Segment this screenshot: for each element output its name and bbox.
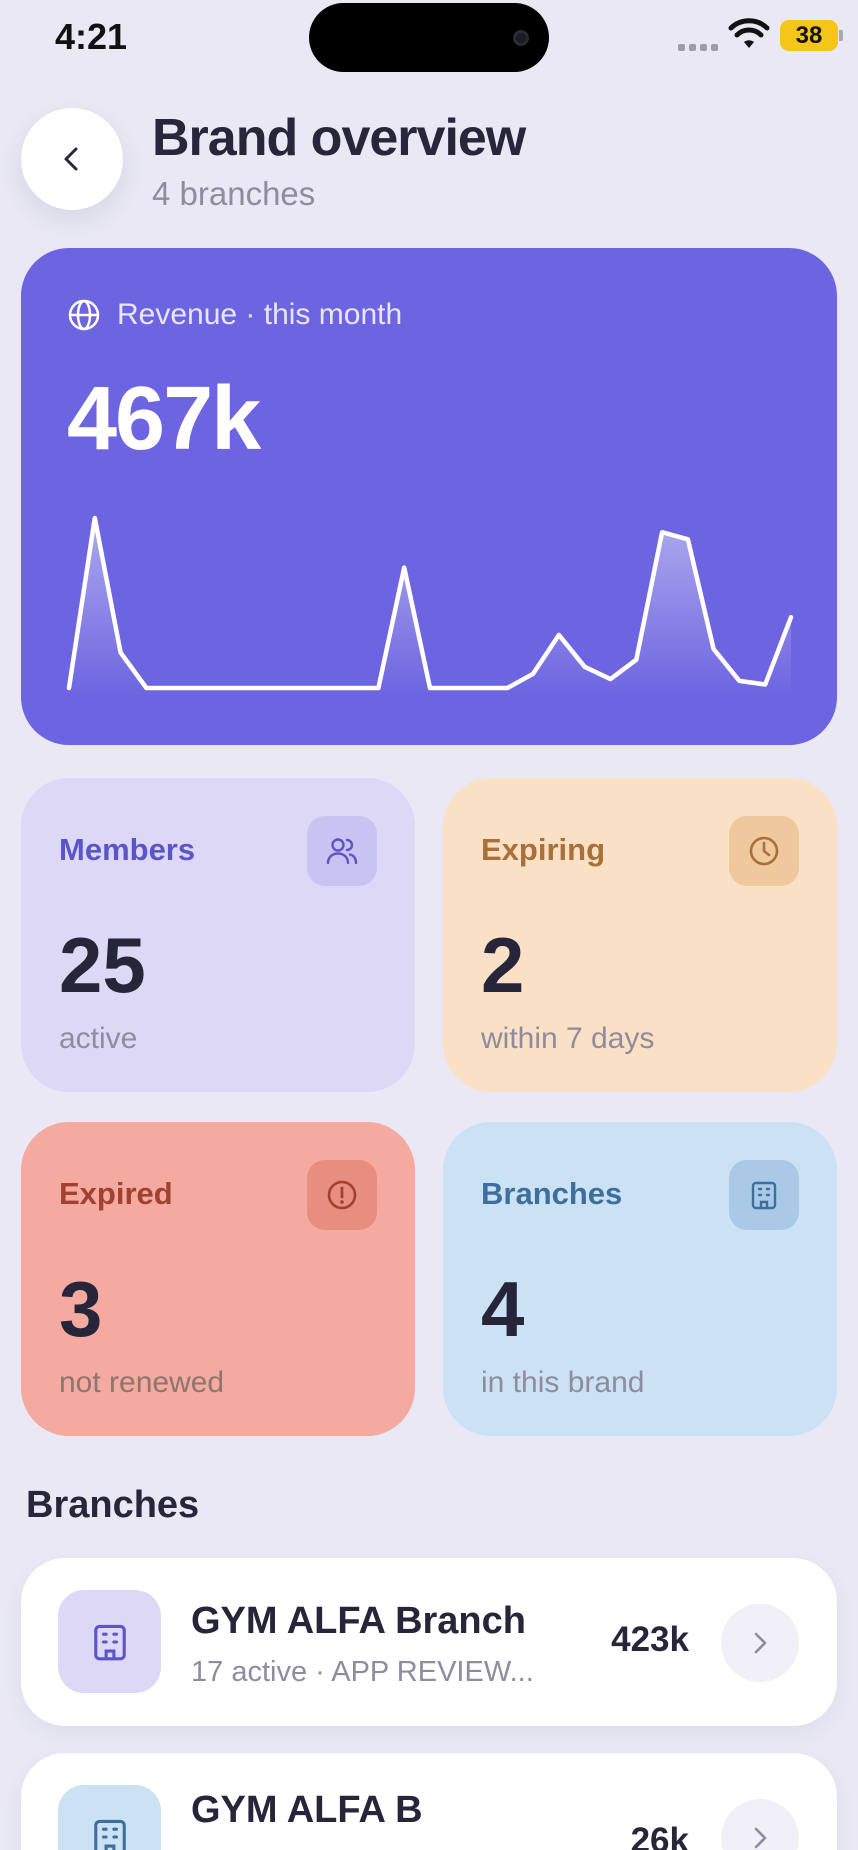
status-bar: 4:21 38 xyxy=(0,0,858,80)
branch-amount: 26k xyxy=(630,1821,689,1850)
revenue-value: 467k xyxy=(67,369,261,469)
expiring-value: 2 xyxy=(481,921,525,1009)
branch-open-button[interactable] xyxy=(721,1799,799,1850)
camera-icon xyxy=(513,30,529,46)
revenue-label: Revenue · this month xyxy=(117,298,403,331)
branch-name: GYM ALFA B xyxy=(191,1789,423,1831)
back-button[interactable] xyxy=(21,108,123,210)
expiring-card[interactable]: Expiring 2 within 7 days xyxy=(443,778,837,1092)
branch-icon-box xyxy=(58,1590,161,1693)
users-icon xyxy=(326,838,358,865)
page-subtitle: 4 branches xyxy=(152,175,316,212)
chevron-right-icon xyxy=(754,1827,767,1849)
expired-value: 3 xyxy=(59,1265,103,1353)
branches-section-title: Branches xyxy=(26,1484,200,1526)
alert-circle-icon xyxy=(327,1180,357,1210)
members-title: Members xyxy=(59,832,196,867)
building-icon xyxy=(93,1819,126,1850)
members-value: 25 xyxy=(59,921,146,1009)
expired-caption: not renewed xyxy=(59,1366,225,1399)
branches-caption: in this brand xyxy=(481,1366,645,1399)
branches-title: Branches xyxy=(481,1176,623,1211)
branch-name: GYM ALFA Branch xyxy=(191,1600,526,1642)
cellular-icon xyxy=(678,44,718,51)
status-time: 4:21 xyxy=(55,16,128,57)
branches-value: 4 xyxy=(481,1265,525,1353)
branches-card[interactable]: Branches 4 in this brand xyxy=(443,1122,837,1436)
branch-icon-box xyxy=(58,1785,161,1850)
branch-open-button[interactable] xyxy=(721,1604,799,1682)
members-caption: active xyxy=(59,1022,138,1055)
branches-icon-box xyxy=(729,1160,799,1230)
branch-subtitle: 17 active · APP REVIEW... xyxy=(191,1656,534,1688)
page-title: Brand overview xyxy=(152,109,526,167)
globe-icon xyxy=(68,299,100,331)
revenue-label-row: Revenue · this month xyxy=(67,298,402,332)
battery-icon: 38 xyxy=(780,20,843,51)
chevron-left-icon xyxy=(64,147,78,171)
branch-row[interactable]: GYM ALFA B 26k xyxy=(21,1753,837,1850)
members-card[interactable]: Members 25 active xyxy=(21,778,415,1092)
battery-level: 38 xyxy=(795,21,823,49)
branch-amount: 423k xyxy=(611,1620,689,1659)
building-icon xyxy=(751,1181,777,1210)
expiring-icon-box xyxy=(729,816,799,886)
wifi-icon xyxy=(728,18,770,48)
building-icon xyxy=(93,1624,126,1660)
branch-row[interactable]: GYM ALFA Branch 17 active · APP REVIEW..… xyxy=(21,1558,837,1726)
expired-icon-box xyxy=(307,1160,377,1230)
members-icon-box xyxy=(307,816,377,886)
revenue-card[interactable]: Revenue · this month 467k xyxy=(21,248,837,745)
clock-icon xyxy=(749,836,779,866)
expired-title: Expired xyxy=(59,1176,173,1211)
expiring-title: Expiring xyxy=(481,832,606,867)
chevron-right-icon xyxy=(754,1632,767,1654)
dynamic-island xyxy=(309,3,549,72)
sparkline-area xyxy=(69,518,791,698)
expiring-caption: within 7 days xyxy=(481,1022,655,1055)
expired-card[interactable]: Expired 3 not renewed xyxy=(21,1122,415,1436)
